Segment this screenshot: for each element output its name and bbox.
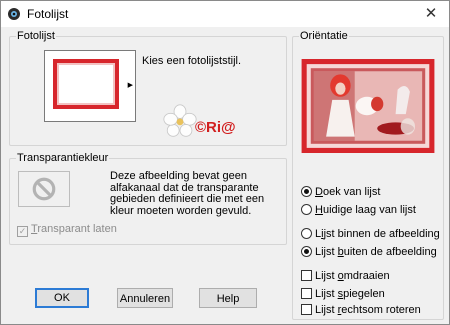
frame-style-prompt: Kies een fotolijststijl. xyxy=(142,55,242,67)
transparent-checkbox-rest: ransparant laten xyxy=(37,223,117,235)
checkbox-mirror-frame-prefix: Lijst xyxy=(315,288,338,300)
radio-frame-inside-rest: jst binnen de afbeelding xyxy=(323,228,440,240)
transparency-group: Transparantiekleur Deze afbeelding bevat… xyxy=(9,151,287,245)
radio-frame-canvas-rest: oek van lijst xyxy=(322,186,381,198)
app-icon xyxy=(8,8,20,20)
transparency-group-legend: Transparantiekleur xyxy=(16,151,110,165)
watermark-text: ©Ri@ xyxy=(195,119,236,136)
checkbox-rotate-frame-box[interactable] xyxy=(301,304,312,315)
radio-frame-canvas[interactable]: Doek van lijst xyxy=(301,185,380,199)
radio-frame-outside-circle[interactable] xyxy=(301,246,312,257)
radio-current-layer[interactable]: Huidige laag van lijst xyxy=(301,203,416,217)
transparent-checkbox-label: Transparant laten xyxy=(31,223,117,235)
title-bar: Fotolijst ✕ xyxy=(1,1,449,27)
radio-frame-inside-circle[interactable] xyxy=(301,228,312,239)
checkbox-rotate-frame[interactable]: Lijst rechtsom roteren xyxy=(301,303,421,317)
frame-style-thumbnail xyxy=(53,59,119,109)
radio-frame-outside-rest: uiten de afbeelding xyxy=(343,246,437,258)
orientation-group-legend: Oriëntatie xyxy=(299,29,349,43)
transparency-color-swatch xyxy=(18,171,70,207)
window-title: Fotolijst xyxy=(27,7,69,21)
radio-current-layer-circle[interactable] xyxy=(301,204,312,215)
checkbox-flip-frame-prefix: Lijst xyxy=(315,270,338,282)
frame-style-picker[interactable]: ▶ xyxy=(44,50,136,122)
transparency-description: Deze afbeelding bevat geen alfakanaal da… xyxy=(110,170,265,217)
transparent-checkbox[interactable]: ✓ Transparant laten xyxy=(17,222,117,237)
close-button[interactable]: ✕ xyxy=(421,4,441,24)
checkbox-mirror-frame[interactable]: Lijst spiegelen xyxy=(301,287,385,301)
frame-style-dropdown-icon[interactable]: ▶ xyxy=(128,82,133,90)
checkbox-rotate-frame-prefix: Lijst xyxy=(315,304,338,316)
radio-current-layer-rest: uidige laag van lijst xyxy=(322,204,416,216)
close-icon: ✕ xyxy=(424,5,438,22)
radio-frame-outside-prefix: Lijst xyxy=(315,246,338,258)
radio-frame-outside[interactable]: Lijst buiten de afbeelding xyxy=(301,245,437,259)
ok-button[interactable]: OK xyxy=(35,288,89,308)
no-transparency-icon xyxy=(32,177,56,201)
radio-frame-canvas-mnemonic: D xyxy=(315,186,323,198)
frame-group-legend: Fotolijst xyxy=(16,29,56,43)
orientation-group: Oriëntatie Doek van lijst Huidige laag v… xyxy=(292,29,444,320)
frame-group: Fotolijst ▶ Kies een fotolijststijl. ©Ri… xyxy=(9,29,287,146)
flower-icon xyxy=(163,104,197,137)
cancel-button[interactable]: Annuleren xyxy=(117,288,173,308)
dialog-window: Fotolijst ✕ Fotolijst ▶ Kies een fotolij… xyxy=(0,0,450,325)
checkbox-rotate-frame-rest: echtsom roteren xyxy=(341,304,421,316)
checkbox-mirror-frame-box[interactable] xyxy=(301,288,312,299)
checkbox-flip-frame-box[interactable] xyxy=(301,270,312,281)
checkbox-mirror-frame-rest: piegelen xyxy=(343,288,385,300)
radio-current-layer-mnemonic: H xyxy=(315,204,323,216)
help-button[interactable]: Help xyxy=(199,288,257,308)
radio-frame-inside[interactable]: Lijst binnen de afbeelding xyxy=(301,227,440,241)
checkbox-flip-frame[interactable]: Lijst omdraaien xyxy=(301,269,390,283)
checkbox-flip-frame-rest: mdraaien xyxy=(343,270,390,282)
radio-frame-canvas-circle[interactable] xyxy=(301,186,312,197)
transparent-checkbox-box[interactable]: ✓ xyxy=(17,226,28,237)
frame-preview-image xyxy=(301,59,435,153)
